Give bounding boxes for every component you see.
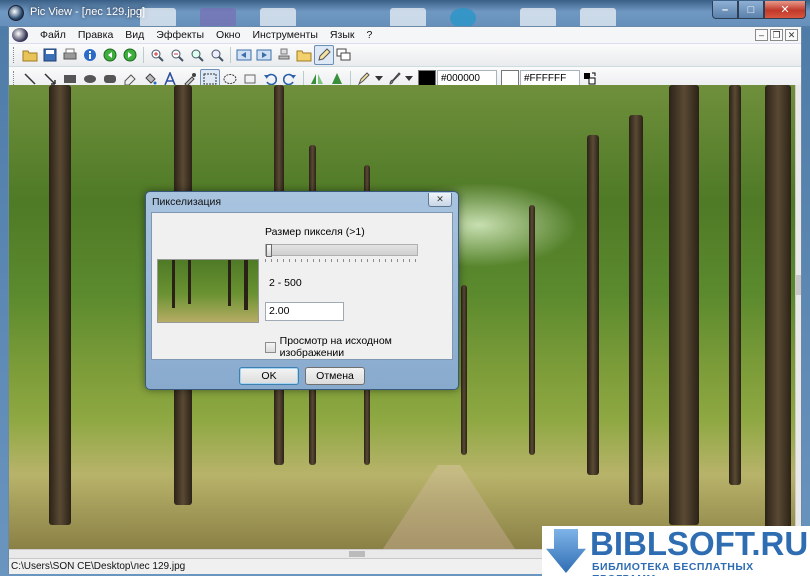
toolbar-separator xyxy=(143,47,144,63)
menu-edit[interactable]: Правка xyxy=(72,27,119,44)
cancel-button[interactable]: Отмена xyxy=(305,367,365,385)
app-logo-icon[interactable] xyxy=(8,5,24,21)
vertical-scrollbar[interactable] xyxy=(795,85,801,557)
ghost-shape xyxy=(390,8,426,28)
dialog-body: Размер пикселя (>1) 2 - 500 2.00 Просмот… xyxy=(151,212,453,360)
range-label: 2 - 500 xyxy=(269,277,302,289)
vertical-scroll-thumb[interactable] xyxy=(796,275,801,295)
prev-image-icon[interactable] xyxy=(234,45,254,65)
doc-restore-button[interactable]: ❐ xyxy=(770,29,783,41)
title-bar[interactable]: Pic View - [лес 129.jpg] – □ ✕ xyxy=(0,0,810,28)
menu-view[interactable]: Вид xyxy=(119,27,150,44)
menu-effects[interactable]: Эффекты xyxy=(150,27,210,44)
ghost-shape xyxy=(200,8,236,28)
info-icon[interactable] xyxy=(80,45,100,65)
next-image-icon[interactable] xyxy=(254,45,274,65)
preview-checkbox-label: Просмотр на исходном изображении xyxy=(279,335,392,359)
menu-tools[interactable]: Инструменты xyxy=(246,27,323,44)
minimize-button[interactable]: – xyxy=(712,1,738,19)
ghost-shape xyxy=(450,8,476,28)
zoom-fit-icon[interactable] xyxy=(187,45,207,65)
thumb-tree xyxy=(244,260,248,310)
preview-thumbnail xyxy=(157,259,259,323)
tree-trunk xyxy=(529,205,535,455)
thumb-tree xyxy=(228,260,231,306)
watermark: BIBLSOFT.RU БИБЛИОТЕКА БЕСПЛАТНЫХ ПРОГРА… xyxy=(542,526,810,576)
windows-icon[interactable] xyxy=(334,45,354,65)
doc-minimize-button[interactable]: – xyxy=(755,29,768,41)
thumb-tree xyxy=(188,260,191,304)
maximize-button[interactable]: □ xyxy=(738,1,764,19)
menu-bar: Файл Правка Вид Эффекты Окно Инструменты… xyxy=(9,27,801,44)
zoom-in-icon[interactable] xyxy=(147,45,167,65)
close-button[interactable]: ✕ xyxy=(764,1,806,19)
menu-file[interactable]: Файл xyxy=(34,27,72,44)
menu-help[interactable]: ? xyxy=(360,27,378,44)
tree-trunk xyxy=(629,115,643,505)
slider-thumb[interactable] xyxy=(266,244,272,257)
main-toolbar xyxy=(9,44,801,67)
background-blur xyxy=(140,4,700,28)
zoom-actual-icon[interactable] xyxy=(207,45,227,65)
toolbar-grip[interactable] xyxy=(13,47,16,63)
folder-icon[interactable] xyxy=(294,45,314,65)
back-icon[interactable] xyxy=(100,45,120,65)
slider-ticks xyxy=(265,259,418,262)
document-window-controls: – ❐ ✕ xyxy=(755,29,798,41)
tree-trunk xyxy=(461,285,467,455)
toolbar-separator xyxy=(230,47,231,63)
tree-trunk xyxy=(49,85,71,525)
dialog-title: Пикселизация xyxy=(152,196,222,208)
app-window: Pic View - [лес 129.jpg] – □ ✕ Файл Прав… xyxy=(0,0,810,576)
pixelate-dialog: Пикселизация ✕ Размер пикселя (>1) 2 - 5… xyxy=(145,191,459,390)
stamp-icon[interactable] xyxy=(274,45,294,65)
forward-icon[interactable] xyxy=(120,45,140,65)
window-controls: – □ ✕ xyxy=(712,1,806,19)
tree-trunk xyxy=(669,85,699,525)
tree-trunk xyxy=(729,85,741,485)
tree-trunk xyxy=(587,135,599,475)
dialog-close-button[interactable]: ✕ xyxy=(428,193,452,207)
pixel-size-label: Размер пикселя (>1) xyxy=(265,226,365,238)
download-arrow-icon xyxy=(546,529,586,573)
window-title: Pic View - [лес 129.jpg] xyxy=(30,6,146,18)
menu-language[interactable]: Язык xyxy=(324,27,361,44)
menu-window[interactable]: Окно xyxy=(210,27,246,44)
pixel-size-input[interactable]: 2.00 xyxy=(265,302,344,321)
thumb-tree xyxy=(172,260,175,308)
ghost-shape xyxy=(520,8,556,28)
edit-icon[interactable] xyxy=(314,45,334,65)
pixel-size-slider[interactable] xyxy=(265,244,418,257)
tree-trunk xyxy=(765,85,791,545)
zoom-out-icon[interactable] xyxy=(167,45,187,65)
ok-button[interactable]: OK xyxy=(239,367,299,385)
preview-checkbox[interactable] xyxy=(265,341,276,353)
horizontal-scroll-thumb[interactable] xyxy=(349,551,365,557)
ghost-shape xyxy=(260,8,296,28)
document-icon[interactable] xyxy=(12,28,28,42)
watermark-title: BIBLSOFT.RU xyxy=(590,525,809,562)
ghost-shape xyxy=(580,8,616,28)
preview-checkbox-row[interactable]: Просмотр на исходном изображении xyxy=(265,335,452,359)
print-icon[interactable] xyxy=(60,45,80,65)
save-icon[interactable] xyxy=(40,45,60,65)
ghost-shape xyxy=(140,8,176,28)
open-folder-icon[interactable] xyxy=(20,45,40,65)
doc-close-button[interactable]: ✕ xyxy=(785,29,798,41)
watermark-subtitle: БИБЛИОТЕКА БЕСПЛАТНЫХ ПРОГРАММ xyxy=(592,561,754,576)
